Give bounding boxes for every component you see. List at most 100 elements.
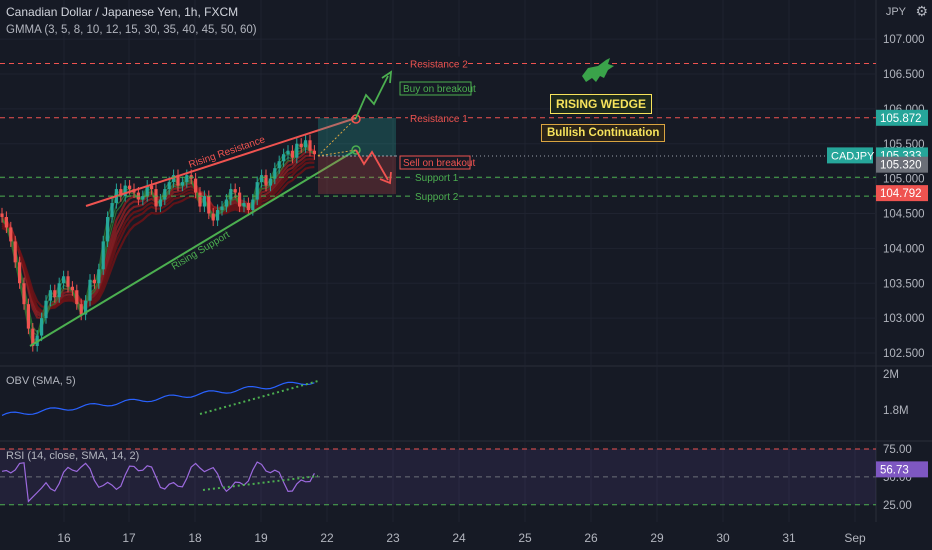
candle-body	[304, 140, 308, 148]
price-label: 105.320	[880, 160, 922, 172]
candle-body	[141, 196, 145, 200]
candle-body	[185, 175, 189, 183]
date-tick-label: 23	[386, 531, 400, 545]
rsi-tick-label: 75.00	[883, 444, 912, 456]
price-tick-label: 103.500	[883, 278, 925, 290]
candle-body	[75, 290, 79, 305]
candle-body	[286, 150, 290, 155]
gmma-short-line	[1, 145, 315, 337]
date-tick-label: 30	[716, 531, 730, 545]
candle-body	[48, 290, 52, 301]
chart-canvas: 16 17 18 19 22 23 24 25 26 29 30 31 Sep 107.000 106.50…	[0, 0, 932, 545]
candle-body	[62, 276, 66, 284]
candle-body	[57, 283, 61, 298]
candle-body	[22, 283, 26, 305]
candle-body	[150, 185, 154, 190]
candle-body	[163, 189, 167, 200]
obv-line	[1, 381, 315, 416]
price-tick-label: 103.000	[883, 313, 925, 325]
candle-body	[88, 279, 92, 301]
rising-support-label: Rising Support	[170, 229, 232, 272]
candle-body	[216, 210, 220, 221]
obv-tick-label: 1.8M	[883, 405, 909, 417]
candle-body	[18, 262, 22, 284]
rsi-pane-title: RSI (14, close, SMA, 14, 2)	[6, 450, 140, 462]
gmma-short-line	[1, 139, 315, 348]
price-tick-label: 107.000	[883, 34, 925, 46]
date-tick-label: 17	[122, 531, 136, 545]
price-tick-label: 105.000	[883, 174, 925, 186]
rising-wedge-callout: RISING WEDGE	[550, 94, 653, 114]
candle-body	[229, 189, 233, 200]
indicator-label: GMMA (3, 5, 8, 10, 12, 15, 30, 35, 40, 4…	[6, 24, 257, 36]
candle-body	[255, 182, 259, 200]
candle-body	[4, 216, 8, 228]
candle-body	[224, 199, 228, 207]
candle-body	[290, 150, 294, 158]
date-tick-label: 29	[650, 531, 664, 545]
candle-body	[282, 154, 286, 162]
candle-body	[198, 192, 202, 207]
candle-body	[79, 304, 83, 315]
candle-body	[158, 199, 162, 207]
obv-tick-label: 2M	[883, 369, 899, 381]
date-tick-label: 19	[254, 531, 268, 545]
bull-icon	[578, 56, 618, 93]
candle-body	[312, 150, 316, 155]
date-tick-label: 24	[452, 531, 466, 545]
sell-on-breakout-label: Sell on breakout	[403, 158, 475, 169]
gear-icon[interactable]: ⚙	[915, 3, 928, 20]
buy-arrow	[355, 75, 389, 119]
candle-body	[277, 161, 281, 169]
candle-body	[211, 213, 215, 221]
date-tick-label: 16	[57, 531, 71, 545]
candle-body	[268, 178, 272, 186]
price-label: 105.872	[880, 113, 922, 125]
date-tick-label: 18	[188, 531, 202, 545]
rising-resistance-line	[85, 117, 357, 207]
candle-body	[220, 206, 224, 211]
bullish-continuation-callout: Bullish Continuation	[541, 124, 666, 142]
candle-body	[295, 143, 299, 158]
candle-body	[242, 203, 246, 207]
level-label: Resistance 1	[410, 114, 468, 125]
rsi-value-label: 56.73	[880, 464, 909, 476]
candle-body	[92, 279, 96, 284]
candle-body	[66, 276, 70, 287]
candle-body	[207, 196, 211, 214]
chart-title: Canadian Dollar / Japanese Yen, 1h, FXCM	[6, 5, 239, 19]
level-label: Resistance 2	[410, 60, 468, 71]
candle-body	[308, 140, 312, 151]
axis-unit: JPY	[885, 6, 906, 18]
candle-body	[202, 196, 206, 207]
candle-body	[97, 269, 101, 284]
candle-body	[264, 175, 268, 186]
candle-body	[106, 216, 110, 242]
price-tick-label: 104.500	[883, 209, 925, 221]
candle-body	[44, 300, 48, 319]
candle-body	[246, 203, 250, 211]
candle-body	[180, 182, 184, 186]
price-label: 104.792	[880, 188, 922, 200]
rising-resistance-label: Rising Resistance	[187, 134, 267, 171]
candle-body	[26, 304, 30, 329]
candle-body	[0, 213, 4, 217]
symbol-tag: CADJPY	[831, 150, 875, 162]
date-tick-label: Sep	[844, 531, 866, 545]
candle-body	[238, 192, 242, 207]
candle-body	[101, 241, 105, 270]
candle-body	[9, 227, 13, 242]
rsi-tick-label: 25.00	[883, 500, 912, 512]
candle-body	[251, 199, 255, 211]
candle-body	[40, 318, 44, 336]
date-tick-label: 25	[518, 531, 532, 545]
candle-body	[299, 143, 303, 148]
price-tick-label: 106.500	[883, 69, 925, 81]
obv-pane-title: OBV (SMA, 5)	[6, 375, 76, 387]
candle-body	[13, 241, 17, 263]
candle-body	[70, 286, 74, 291]
candle-body	[233, 189, 237, 193]
candle-body	[260, 175, 264, 183]
date-tick-label: 22	[320, 531, 334, 545]
candle-body	[167, 182, 171, 190]
